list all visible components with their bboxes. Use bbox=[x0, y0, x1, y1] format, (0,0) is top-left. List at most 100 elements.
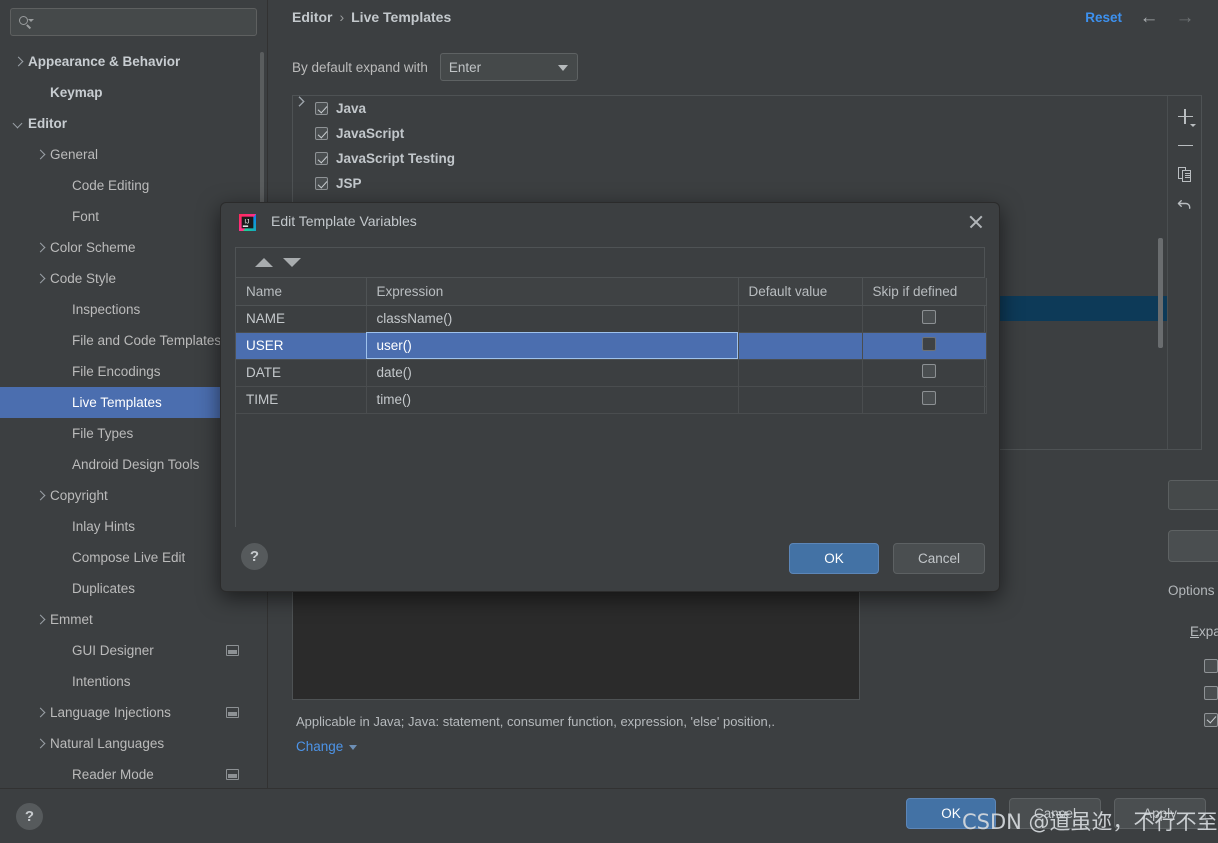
close-icon[interactable] bbox=[967, 213, 985, 231]
option-shorten-fq-row[interactable]: Shorten FQ names bbox=[1204, 712, 1218, 727]
search-container bbox=[0, 0, 267, 42]
table-empty-cell bbox=[738, 413, 862, 440]
sidebar-item-reader-mode[interactable]: Reader Mode bbox=[0, 759, 267, 788]
variable-default-value-cell[interactable] bbox=[738, 332, 863, 360]
option-static-import-row[interactable]: Use static import if possible bbox=[1204, 685, 1218, 700]
variable-skip-cell[interactable] bbox=[862, 386, 987, 414]
search-input[interactable] bbox=[33, 10, 250, 34]
template-group-row[interactable]: JavaScript bbox=[293, 121, 1167, 146]
dialog-cancel-button[interactable]: Cancel bbox=[893, 543, 985, 574]
chevron-right-icon[interactable] bbox=[34, 490, 46, 502]
edit-template-variables-dialog: IJ Edit Template Variables Name Expressio… bbox=[220, 202, 1000, 592]
sidebar-item-label: Copyright bbox=[50, 488, 108, 503]
option-reformat-row[interactable]: Reformat according to style bbox=[1204, 658, 1218, 673]
chevron-right-icon[interactable] bbox=[34, 273, 46, 285]
sidebar-item-appearance-behavior[interactable]: Appearance & Behavior bbox=[0, 46, 267, 77]
chevron-right-icon[interactable] bbox=[34, 614, 46, 626]
sidebar-item-label: Emmet bbox=[50, 612, 93, 627]
skip-if-defined-checkbox[interactable] bbox=[921, 337, 936, 351]
variable-expression-cell[interactable]: user() bbox=[366, 332, 739, 360]
variable-name-cell[interactable]: TIME bbox=[236, 386, 367, 414]
table-body[interactable]: NAME className() USER user() DATE date() TIME t… bbox=[236, 305, 987, 548]
variable-skip-cell[interactable] bbox=[862, 332, 987, 360]
chevron-right-icon[interactable] bbox=[34, 149, 46, 161]
table-row[interactable]: TIME time() bbox=[236, 386, 987, 414]
cancel-button[interactable]: Cancel bbox=[1009, 798, 1101, 829]
static-import-checkbox[interactable] bbox=[1204, 685, 1218, 700]
variable-name-cell[interactable]: USER bbox=[236, 332, 367, 360]
table-column-header[interactable]: Default value bbox=[738, 278, 863, 306]
variable-default-value-cell[interactable] bbox=[738, 359, 863, 387]
help-button[interactable]: ? bbox=[16, 803, 43, 830]
variable-name-cell[interactable]: DATE bbox=[236, 359, 367, 387]
chevron-down-icon[interactable] bbox=[12, 118, 24, 130]
template-group-checkbox[interactable] bbox=[315, 127, 328, 140]
template-group-checkbox[interactable] bbox=[315, 102, 328, 115]
table-row[interactable]: USER user() bbox=[236, 332, 987, 360]
forward-arrow-icon[interactable]: → bbox=[1172, 8, 1198, 30]
search-box[interactable] bbox=[10, 8, 257, 36]
variable-expression-cell[interactable]: date() bbox=[366, 359, 739, 387]
restore-defaults-button[interactable] bbox=[1168, 189, 1202, 218]
variable-name-cell[interactable]: NAME bbox=[236, 305, 367, 333]
skip-if-defined-checkbox[interactable] bbox=[921, 391, 936, 405]
skip-if-defined-checkbox[interactable] bbox=[921, 310, 936, 324]
breadcrumb-root[interactable]: Editor bbox=[292, 9, 332, 25]
template-group-row[interactable]: JavaScript Testing bbox=[293, 146, 1167, 171]
chevron-right-icon[interactable] bbox=[34, 707, 46, 719]
shorten-fq-checkbox[interactable] bbox=[1204, 712, 1218, 727]
table-row[interactable]: DATE date() bbox=[236, 359, 987, 387]
sidebar-item-gui-designer[interactable]: GUI Designer bbox=[0, 635, 267, 666]
sidebar-item-natural-languages[interactable]: Natural Languages bbox=[0, 728, 267, 759]
table-column-header[interactable]: Name bbox=[236, 278, 367, 306]
ok-button[interactable]: OK bbox=[906, 798, 996, 829]
change-context-link[interactable]: Change bbox=[296, 739, 358, 754]
table-column-header[interactable]: Skip if defined bbox=[862, 278, 987, 306]
reformat-checkbox[interactable] bbox=[1204, 658, 1218, 673]
abbreviation-input[interactable] bbox=[1168, 480, 1218, 510]
sidebar-item-label: Code Style bbox=[50, 271, 117, 286]
back-arrow-icon[interactable]: ← bbox=[1136, 8, 1162, 30]
dialog-help-button[interactable]: ? bbox=[241, 543, 268, 570]
dialog-ok-button[interactable]: OK bbox=[789, 543, 879, 574]
table-row[interactable]: NAME className() bbox=[236, 305, 987, 333]
chevron-right-icon[interactable] bbox=[34, 738, 46, 750]
sidebar-item-general[interactable]: General bbox=[0, 139, 267, 170]
sidebar-item-intentions[interactable]: Intentions bbox=[0, 666, 267, 697]
variable-default-value-cell[interactable] bbox=[738, 386, 863, 414]
duplicate-template-button[interactable] bbox=[1168, 160, 1202, 189]
template-group-row[interactable]: Java bbox=[293, 96, 1167, 121]
variable-skip-cell[interactable] bbox=[862, 305, 987, 333]
sidebar-item-code-editing[interactable]: Code Editing bbox=[0, 170, 267, 201]
apply-button[interactable]: Apply bbox=[1114, 798, 1206, 829]
sidebar-item-label: Keymap bbox=[50, 85, 103, 100]
table-column-header[interactable]: Expression bbox=[366, 278, 739, 306]
template-group-row[interactable]: JSP bbox=[293, 171, 1167, 196]
move-down-button[interactable] bbox=[278, 252, 306, 274]
add-template-button[interactable] bbox=[1168, 102, 1202, 131]
skip-if-defined-checkbox[interactable] bbox=[921, 364, 936, 378]
default-expand-combo[interactable]: Enter bbox=[439, 53, 578, 81]
edit-variables-button[interactable]: Edit Variables... bbox=[1168, 530, 1218, 562]
variable-expression-cell[interactable]: time() bbox=[366, 386, 739, 414]
sidebar-item-keymap[interactable]: Keymap bbox=[0, 77, 267, 108]
remove-template-button[interactable] bbox=[1168, 131, 1202, 160]
template-group-checkbox[interactable] bbox=[315, 152, 328, 165]
variable-skip-cell[interactable] bbox=[862, 359, 987, 387]
chevron-right-icon[interactable] bbox=[34, 242, 46, 254]
sidebar-item-language-injections[interactable]: Language Injections bbox=[0, 697, 267, 728]
default-expand-row: By default expand with Enter bbox=[292, 53, 578, 81]
variable-expression-cell[interactable]: className() bbox=[366, 305, 739, 333]
templates-scrollbar[interactable] bbox=[1158, 238, 1163, 348]
move-up-button[interactable] bbox=[250, 252, 278, 274]
table-empty-cell bbox=[236, 494, 366, 521]
variable-default-value-cell[interactable] bbox=[738, 305, 863, 333]
reset-link[interactable]: Reset bbox=[1085, 10, 1122, 25]
sidebar-item-emmet[interactable]: Emmet bbox=[0, 604, 267, 635]
chevron-right-icon[interactable] bbox=[12, 56, 24, 68]
sidebar-item-label: Duplicates bbox=[72, 581, 136, 596]
sidebar-item-editor[interactable]: Editor bbox=[0, 108, 267, 139]
variables-table[interactable]: Name Expression Default value Skip if defin… bbox=[236, 278, 987, 548]
template-group-checkbox[interactable] bbox=[315, 177, 328, 190]
